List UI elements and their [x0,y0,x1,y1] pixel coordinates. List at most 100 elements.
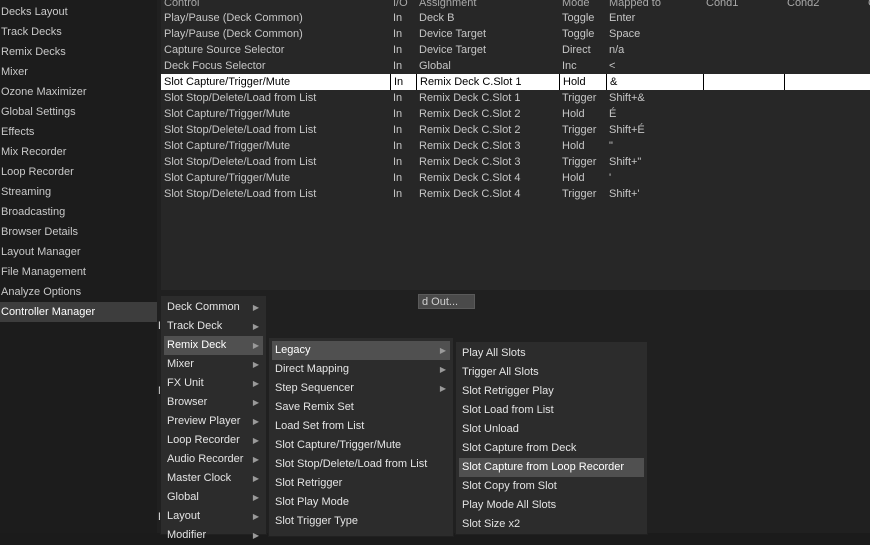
table-cell: & [606,74,703,90]
menu-item-load-set-from-list[interactable]: Load Set from List [272,417,450,436]
table-cell [784,90,865,106]
menu-item-slot-capture-from-loop-recorder[interactable]: Slot Capture from Loop Recorder [459,458,644,477]
table-row[interactable]: Slot Stop/Delete/Load from List In Remix D… [161,154,870,170]
table-row[interactable]: Slot Capture/Trigger/Mute In Remix Deck C.… [161,138,870,154]
chevron-right-icon: ▶ [439,346,446,355]
menu-item-loop-recorder[interactable]: Loop Recorder ▶ [164,431,263,450]
menu-item-direct-mapping[interactable]: Direct Mapping ▶ [272,360,450,379]
menu-item-track-deck[interactable]: Track Deck ▶ [164,317,263,336]
menu-item-label: Layout [167,510,201,522]
menu-item-browser[interactable]: Browser ▶ [164,393,263,412]
table-cell [703,74,784,90]
table-cell: Hold [562,108,585,120]
menu-item-label: Play All Slots [462,347,526,359]
menu-item-label: Global [167,491,199,503]
table-cell: In [393,108,403,120]
sidebar-item-decks-layout[interactable]: Decks Layout [0,2,157,22]
menu-item-trigger-all-slots[interactable]: Trigger All Slots [459,363,644,382]
sidebar-item-analyze-options[interactable]: Analyze Options [0,282,157,302]
menu-item-save-remix-set[interactable]: Save Remix Set [272,398,450,417]
table-row[interactable]: Slot Capture/Trigger/Mute In Remix Deck C.… [161,106,870,122]
sidebar-item-mixer[interactable]: Mixer [0,62,157,82]
table-cell [703,170,784,186]
add-out-button[interactable]: d Out... [418,294,475,309]
menu-item-slot-trigger-type[interactable]: Slot Trigger Type [272,512,450,531]
table-row[interactable]: Slot Stop/Delete/Load from List In Remix D… [161,90,870,106]
table-cell [784,26,865,42]
table-cell: Hold [559,74,606,90]
sidebar-item-loop-recorder[interactable]: Loop Recorder [0,162,157,182]
menu-item-slot-unload[interactable]: Slot Unload [459,420,644,439]
sidebar-item-mix-recorder[interactable]: Mix Recorder [0,142,157,162]
table-cell: In [390,74,416,90]
menu-item-label: Mixer [167,358,194,370]
table-cell [703,122,784,138]
table-cell: Remix Deck C.Slot 2 [419,124,521,136]
menu-item-slot-play-mode[interactable]: Slot Play Mode [272,493,450,512]
menu-item-slot-stop-delete-load-from-list[interactable]: Slot Stop/Delete/Load from List [272,455,450,474]
sidebar-item-effects[interactable]: Effects [0,122,157,142]
menu-item-slot-retrigger[interactable]: Slot Retrigger [272,474,450,493]
sidebar-item-file-management[interactable]: File Management [0,262,157,282]
menu-item-master-clock[interactable]: Master Clock ▶ [164,469,263,488]
table-cell: Slot Stop/Delete/Load from List [164,92,317,104]
table-cell [703,138,784,154]
sidebar-item-global-settings[interactable]: Global Settings [0,102,157,122]
chevron-right-icon: ▶ [252,360,259,369]
sidebar-item-layout-manager[interactable]: Layout Manager [0,242,157,262]
table-row[interactable]: Slot Stop/Delete/Load from List In Remix D… [161,122,870,138]
table-row[interactable]: Slot Stop/Delete/Load from List In Remix D… [161,186,870,202]
menu-item-label: Slot Retrigger [275,477,343,489]
menu-item-label: Slot Unload [462,423,519,435]
table-cell: Slot Capture/Trigger/Mute [164,108,291,120]
menu-item-slot-copy-from-slot[interactable]: Slot Copy from Slot [459,477,644,496]
menu-item-slot-retrigger-play[interactable]: Slot Retrigger Play [459,382,644,401]
table-cell: Slot Capture/Trigger/Mute [164,140,291,152]
table-cell: Slot Capture/Trigger/Mute [164,172,291,184]
table-cell [703,42,784,58]
menu-item-play-mode-all-slots[interactable]: Play Mode All Slots [459,496,644,515]
table-row[interactable]: Capture Source Selector In Device Target Di… [161,42,870,58]
menu-item-label: Slot Stop/Delete/Load from List [275,458,428,470]
menu-item-layout[interactable]: Layout ▶ [164,507,263,526]
menu-item-label: Slot Copy from Slot [462,480,557,492]
sidebar-item-streaming[interactable]: Streaming [0,182,157,202]
sidebar-item-remix-decks[interactable]: Remix Decks [0,42,157,62]
menu-item-fx-unit[interactable]: FX Unit ▶ [164,374,263,393]
sidebar-item-broadcasting[interactable]: Broadcasting [0,202,157,222]
table-cell [784,186,865,202]
menu-item-play-all-slots[interactable]: Play All Slots [459,344,644,363]
menu-item-slot-load-from-list[interactable]: Slot Load from List [459,401,644,420]
menu-item-label: Slot Capture from Deck [462,442,577,454]
chevron-right-icon: ▶ [439,384,446,393]
table-row[interactable]: Slot Capture/Trigger/Mute In Remix Deck C.… [161,74,870,90]
sidebar-item-controller-manager[interactable]: Controller Manager [0,302,157,322]
table-cell [703,154,784,170]
menu-item-label: Play Mode All Slots [462,499,557,511]
menu-item-slot-capture-from-deck[interactable]: Slot Capture from Deck [459,439,644,458]
table-row[interactable]: Slot Capture/Trigger/Mute In Remix Deck C.… [161,170,870,186]
sidebar: Decks Layout Track Decks Remix Decks Mixer O… [0,0,157,533]
menu-item-step-sequencer[interactable]: Step Sequencer ▶ [272,379,450,398]
menu-item-global[interactable]: Global ▶ [164,488,263,507]
menu-item-remix-deck[interactable]: Remix Deck ▶ [164,336,263,355]
menu-item-slot-size-x2[interactable]: Slot Size x2 [459,515,644,534]
table-row[interactable]: Deck Focus Selector In Global Inc < [161,58,870,74]
menu-item-deck-common[interactable]: Deck Common ▶ [164,298,263,317]
table-row[interactable]: Play/Pause (Deck Common) In Deck B Toggle En… [161,10,870,26]
sidebar-item-track-decks[interactable]: Track Decks [0,22,157,42]
menu-item-preview-player[interactable]: Preview Player ▶ [164,412,263,431]
menu-item-mixer[interactable]: Mixer ▶ [164,355,263,374]
menu-item-modifier[interactable]: Modifier ▶ [164,526,263,545]
table-cell [784,122,865,138]
sidebar-item-ozone-maximizer[interactable]: Ozone Maximizer [0,82,157,102]
table-row[interactable]: Play/Pause (Deck Common) In Device Target T… [161,26,870,42]
menu-item-label: Slot Capture/Trigger/Mute [275,439,402,451]
menu-item-legacy[interactable]: Legacy ▶ [272,341,450,360]
table-cell: Device Target [419,44,487,56]
menu-item-slot-capture-trigger-mute[interactable]: Slot Capture/Trigger/Mute [272,436,450,455]
menu-item-audio-recorder[interactable]: Audio Recorder ▶ [164,450,263,469]
table-cell: Shift+É [609,124,645,136]
table-cell: Direct [562,44,591,56]
sidebar-item-browser-details[interactable]: Browser Details [0,222,157,242]
